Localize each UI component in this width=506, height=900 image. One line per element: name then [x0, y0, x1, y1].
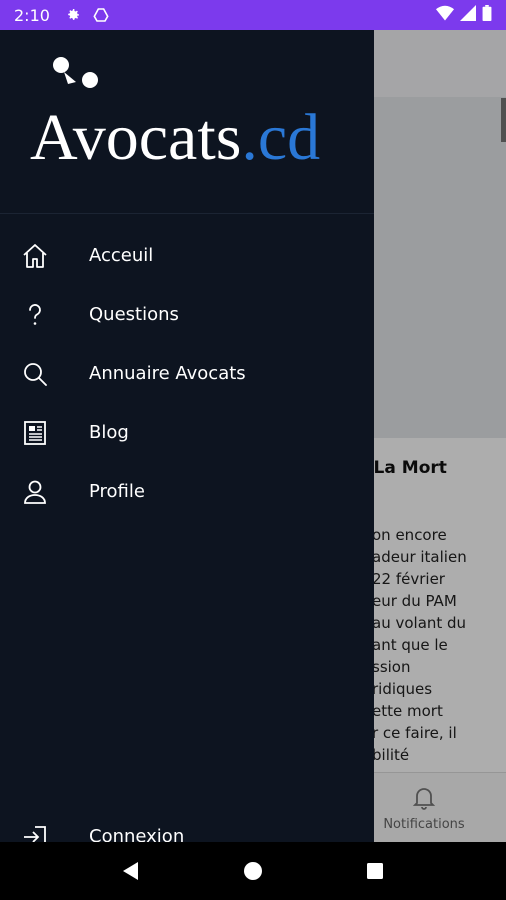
logo-text-main: Avocats [30, 101, 242, 174]
recents-button[interactable] [355, 851, 395, 891]
settings-icon [64, 6, 82, 24]
search-icon [20, 359, 50, 389]
menu-item-label: Blog [89, 422, 129, 443]
logo-text-suffix: .cd [241, 101, 321, 174]
status-time: 2:10 [14, 5, 50, 25]
menu-item-label: Acceuil [89, 245, 154, 266]
drive-icon [92, 6, 110, 24]
menu-item-label: Questions [89, 304, 179, 325]
back-button[interactable] [111, 851, 151, 891]
drawer-menu: Acceuil Questions Annuaire Avocats Blog … [0, 226, 374, 521]
wifi-icon [436, 5, 454, 26]
menu-item-profile[interactable]: Profile [0, 462, 374, 521]
question-icon [20, 300, 50, 330]
app-logo: Avocats.cd [24, 50, 354, 180]
menu-item-label: Profile [89, 481, 145, 502]
navigation-drawer: Avocats.cd Acceuil Questions Annuaire Av… [0, 30, 374, 842]
menu-item-questions[interactable]: Questions [0, 285, 374, 344]
menu-item-connexion[interactable]: Connexion [0, 822, 374, 842]
system-nav-bar [0, 842, 506, 900]
logo-text: Avocats.cd [30, 100, 320, 176]
drawer-divider [0, 213, 374, 214]
back-icon [123, 862, 138, 880]
login-icon [20, 822, 50, 842]
user-icon [20, 477, 50, 507]
menu-item-annuaire-avocats[interactable]: Annuaire Avocats [0, 344, 374, 403]
recents-icon [367, 863, 383, 879]
menu-item-label: Connexion [89, 826, 185, 842]
menu-item-blog[interactable]: Blog [0, 403, 374, 462]
menu-item-label: Annuaire Avocats [89, 363, 246, 384]
home-button[interactable] [233, 851, 273, 891]
battery-icon [482, 4, 492, 26]
status-bar: 2:10 [0, 0, 506, 30]
newspaper-icon [20, 418, 50, 448]
home-circle-icon [244, 862, 262, 880]
menu-item-acceuil[interactable]: Acceuil [0, 226, 374, 285]
home-icon [20, 241, 50, 271]
signal-icon [460, 4, 476, 26]
